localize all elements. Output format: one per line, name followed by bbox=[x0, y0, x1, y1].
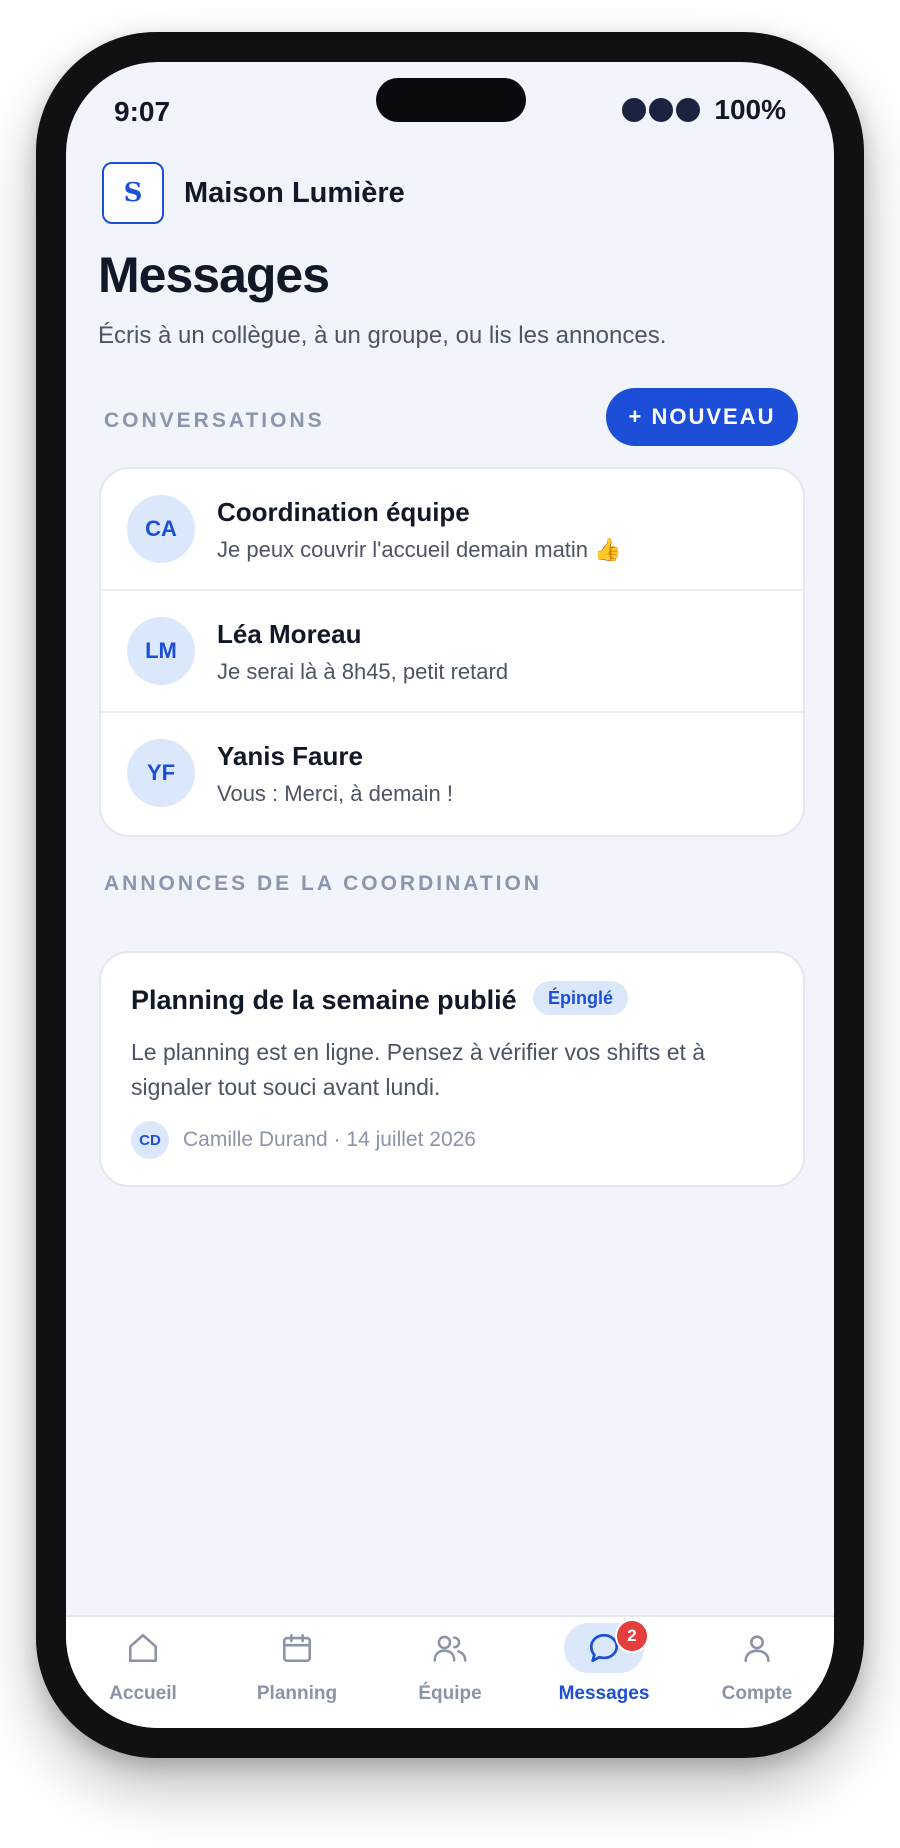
conversation-item[interactable]: CA Coordination équipe Je peux couvrir l… bbox=[101, 469, 803, 591]
tab-label: Équipe bbox=[418, 1683, 482, 1704]
home-icon bbox=[103, 1623, 183, 1673]
conversation-preview: Vous : Merci, à demain ! bbox=[217, 781, 453, 806]
avatar: CA bbox=[127, 495, 195, 563]
signal-icon bbox=[622, 98, 701, 122]
conversation-preview: Je peux couvrir l'accueil demain matin 👍 bbox=[217, 537, 622, 562]
conversation-name: Coordination équipe bbox=[217, 497, 470, 527]
tab-compte[interactable]: Compte bbox=[680, 1617, 834, 1728]
conversations-section-label: CONVERSATIONS bbox=[104, 409, 325, 432]
status-time: 9:07 bbox=[114, 96, 171, 127]
avatar: YF bbox=[127, 739, 195, 807]
status-indicators: 100% bbox=[622, 94, 786, 126]
dynamic-island bbox=[376, 78, 526, 122]
tab-label: Compte bbox=[721, 1683, 793, 1704]
page-title: Messages bbox=[98, 247, 330, 303]
conversation-item[interactable]: YF Yanis Faure Vous : Merci, à demain ! bbox=[101, 713, 803, 835]
battery-level: 100% bbox=[714, 94, 786, 125]
pinned-badge: Épinglé bbox=[533, 981, 629, 1015]
app-screen: 9:07 100% S Maison Lumière Messages Écri… bbox=[66, 62, 834, 1728]
conversation-item[interactable]: LM Léa Moreau Je serai là à 8h45, petit … bbox=[101, 591, 803, 713]
brand-logo: S bbox=[102, 162, 164, 224]
page-subtitle: Écris à un collègue, à un groupe, ou lis… bbox=[98, 322, 667, 349]
tab-messages[interactable]: 2 Messages bbox=[527, 1617, 681, 1728]
conversation-preview: Je serai là à 8h45, petit retard bbox=[217, 659, 509, 684]
team-icon bbox=[410, 1623, 490, 1673]
conversation-name: Léa Moreau bbox=[217, 619, 362, 649]
avatar: LM bbox=[127, 617, 195, 685]
new-conversation-button[interactable]: + NOUVEAU bbox=[606, 388, 798, 446]
announcements-section-label: ANNONCES DE LA COORDINATION bbox=[104, 872, 542, 895]
unread-badge: 2 bbox=[615, 1619, 649, 1653]
phone-frame: 9:07 100% S Maison Lumière Messages Écri… bbox=[36, 32, 864, 1758]
conversation-name: Yanis Faure bbox=[217, 741, 363, 771]
announcement-meta: CD Camille Durand · 14 juillet 2026 bbox=[131, 1121, 476, 1159]
tab-label: Accueil bbox=[109, 1683, 177, 1704]
conversations-list: CA Coordination équipe Je peux couvrir l… bbox=[99, 467, 805, 837]
user-icon bbox=[717, 1623, 797, 1673]
announcement-card[interactable]: Planning de la semaine publié Épinglé Le… bbox=[99, 951, 805, 1187]
announcement-author: Camille Durand · 14 juillet 2026 bbox=[183, 1128, 476, 1151]
author-avatar: CD bbox=[131, 1121, 169, 1159]
brand-name: Maison Lumière bbox=[184, 176, 405, 209]
status-bar: 9:07 100% bbox=[66, 62, 834, 162]
announcement-body: Le planning est en ligne. Pensez à vérif… bbox=[131, 1039, 706, 1100]
tab-label: Messages bbox=[558, 1683, 650, 1704]
tab-equipe[interactable]: Équipe bbox=[373, 1617, 527, 1728]
tab-planning[interactable]: Planning bbox=[220, 1617, 374, 1728]
calendar-icon bbox=[257, 1623, 337, 1673]
announcement-title: Planning de la semaine publié bbox=[131, 985, 517, 1015]
tab-accueil[interactable]: Accueil bbox=[66, 1617, 220, 1728]
bottom-tab-bar: Accueil Planning Équipe 2 Messages Compt… bbox=[66, 1615, 834, 1728]
tab-label: Planning bbox=[256, 1683, 338, 1704]
brand-header: S Maison Lumière bbox=[102, 162, 405, 224]
